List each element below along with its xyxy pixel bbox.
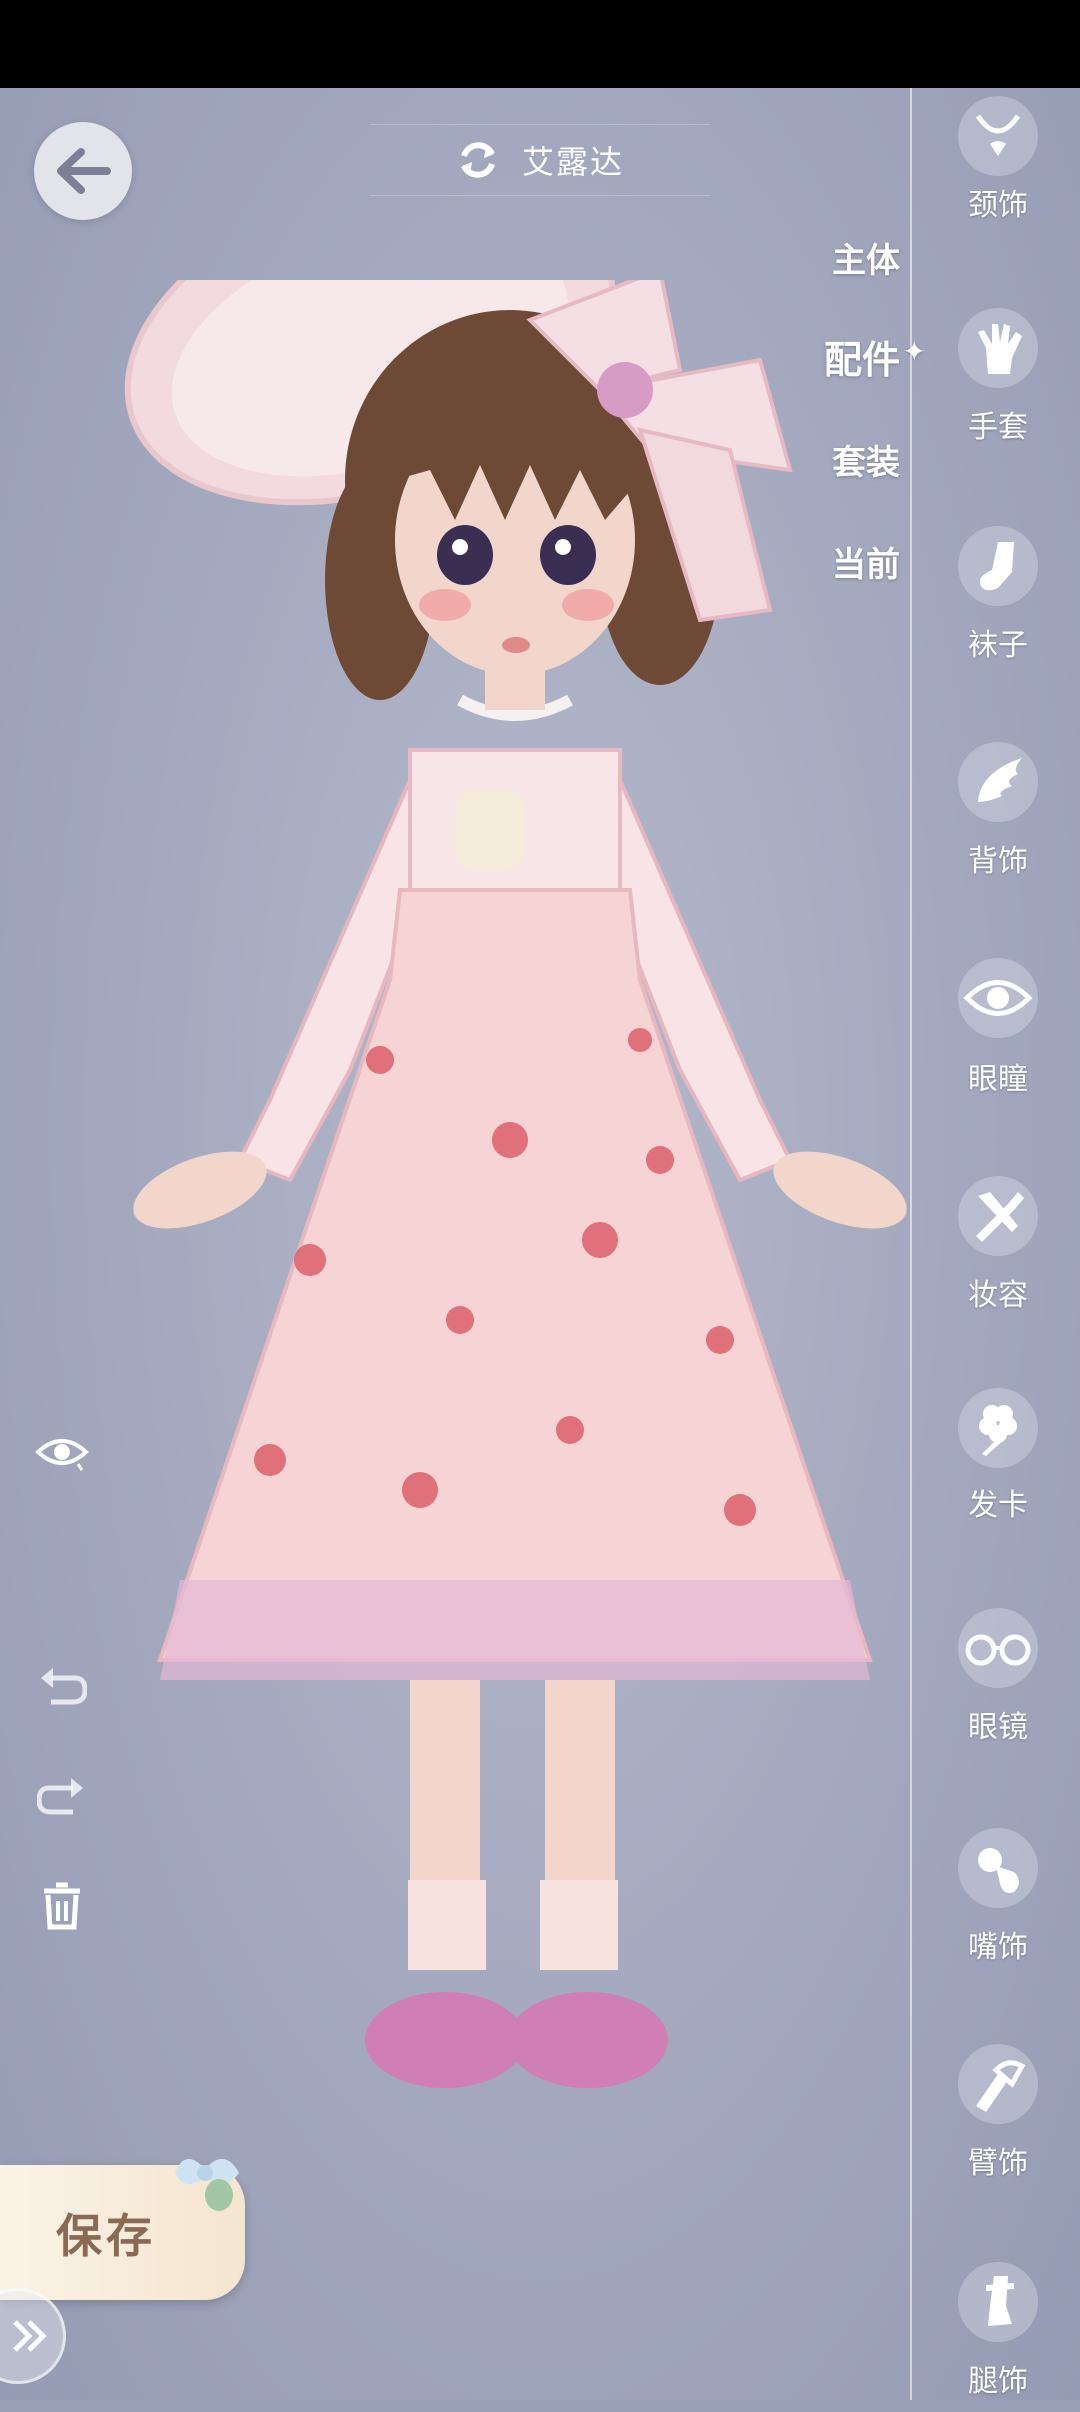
undo-button[interactable] [30,1654,94,1718]
accessory-label: 颈饰 [968,188,1028,223]
accessory-label: 眼瞳 [968,1062,1028,1097]
arrow-left-icon [57,148,111,194]
tab-accessories-label: 配件 [823,338,900,382]
delete-button[interactable] [30,1874,94,1938]
tab-accessories[interactable]: 配件 ✦ [823,329,926,384]
bow-decoration-icon [175,2158,239,2211]
accessory-label: 腿饰 [968,2364,1028,2399]
accessory-item-leg[interactable]: 腿饰 [916,2252,1080,2412]
eye-icon [958,958,1038,1038]
accessory-item-makeup[interactable]: 妆容 [916,1166,1080,1326]
status-bar [0,0,1080,88]
tab-main[interactable]: 主体 [832,233,900,282]
accessory-item-hairclip[interactable]: 发卡 [916,1382,1080,1542]
character-name: 艾露达 [521,143,624,181]
accessory-item-mouth[interactable]: 嘴饰 [916,1820,1080,1980]
accessory-label: 妆容 [968,1278,1028,1313]
accessory-item-necklace[interactable]: 颈饰 [916,88,1080,248]
glove-icon [958,308,1038,388]
leg-ornament-icon [958,2262,1038,2342]
accessory-label: 袜子 [968,628,1028,663]
necklace-icon [958,96,1038,176]
double-chevron-right-icon [13,2320,47,2352]
sock-icon [958,526,1038,606]
accessory-item-socks[interactable]: 袜子 [916,516,1080,676]
accessory-item-gloves[interactable]: 手套 [916,298,1080,458]
accessory-label: 手套 [968,410,1028,445]
pacifier-icon [958,1828,1038,1908]
tab-outfit[interactable]: 套装 [832,435,900,484]
armband-icon [958,2044,1038,2124]
toggle-visibility-button[interactable] [30,1420,94,1484]
tab-current[interactable]: 当前 [832,537,900,586]
accessory-item-arm[interactable]: 臂饰 [916,2034,1080,2194]
redo-icon [37,1778,83,1815]
makeup-brush-icon [958,1176,1038,1256]
wing-icon [958,742,1038,822]
accessory-item-glasses[interactable]: 眼镜 [916,1602,1080,1762]
character-switcher[interactable]: 艾露达 [370,124,710,196]
accessory-item-eyes[interactable]: 眼瞳 [916,950,1080,1110]
hairclip-icon [958,1388,1038,1468]
accessory-category-list: 颈饰 手套 袜子 背饰 眼瞳 妆容 发卡 眼镜 嘴饰 臂饰 腿饰 [916,88,1080,2400]
trash-icon [44,1882,80,1930]
accessory-label: 臂饰 [968,2146,1028,2181]
redo-button[interactable] [30,1764,94,1828]
back-button[interactable] [34,122,132,220]
undo-icon [41,1668,87,1705]
save-button[interactable]: 保存 [0,2158,245,2300]
accessory-label: 发卡 [968,1488,1028,1523]
accessory-label: 嘴饰 [968,1930,1028,1965]
eye-toggle-icon [35,1439,89,1471]
accessory-label: 眼镜 [968,1710,1028,1745]
panel-divider [910,88,912,2400]
accessory-item-back[interactable]: 背饰 [916,732,1080,892]
accessory-label: 背饰 [968,844,1028,879]
save-label: 保存 [56,2208,156,2263]
switch-icon [461,142,495,178]
glasses-icon [958,1608,1038,1688]
